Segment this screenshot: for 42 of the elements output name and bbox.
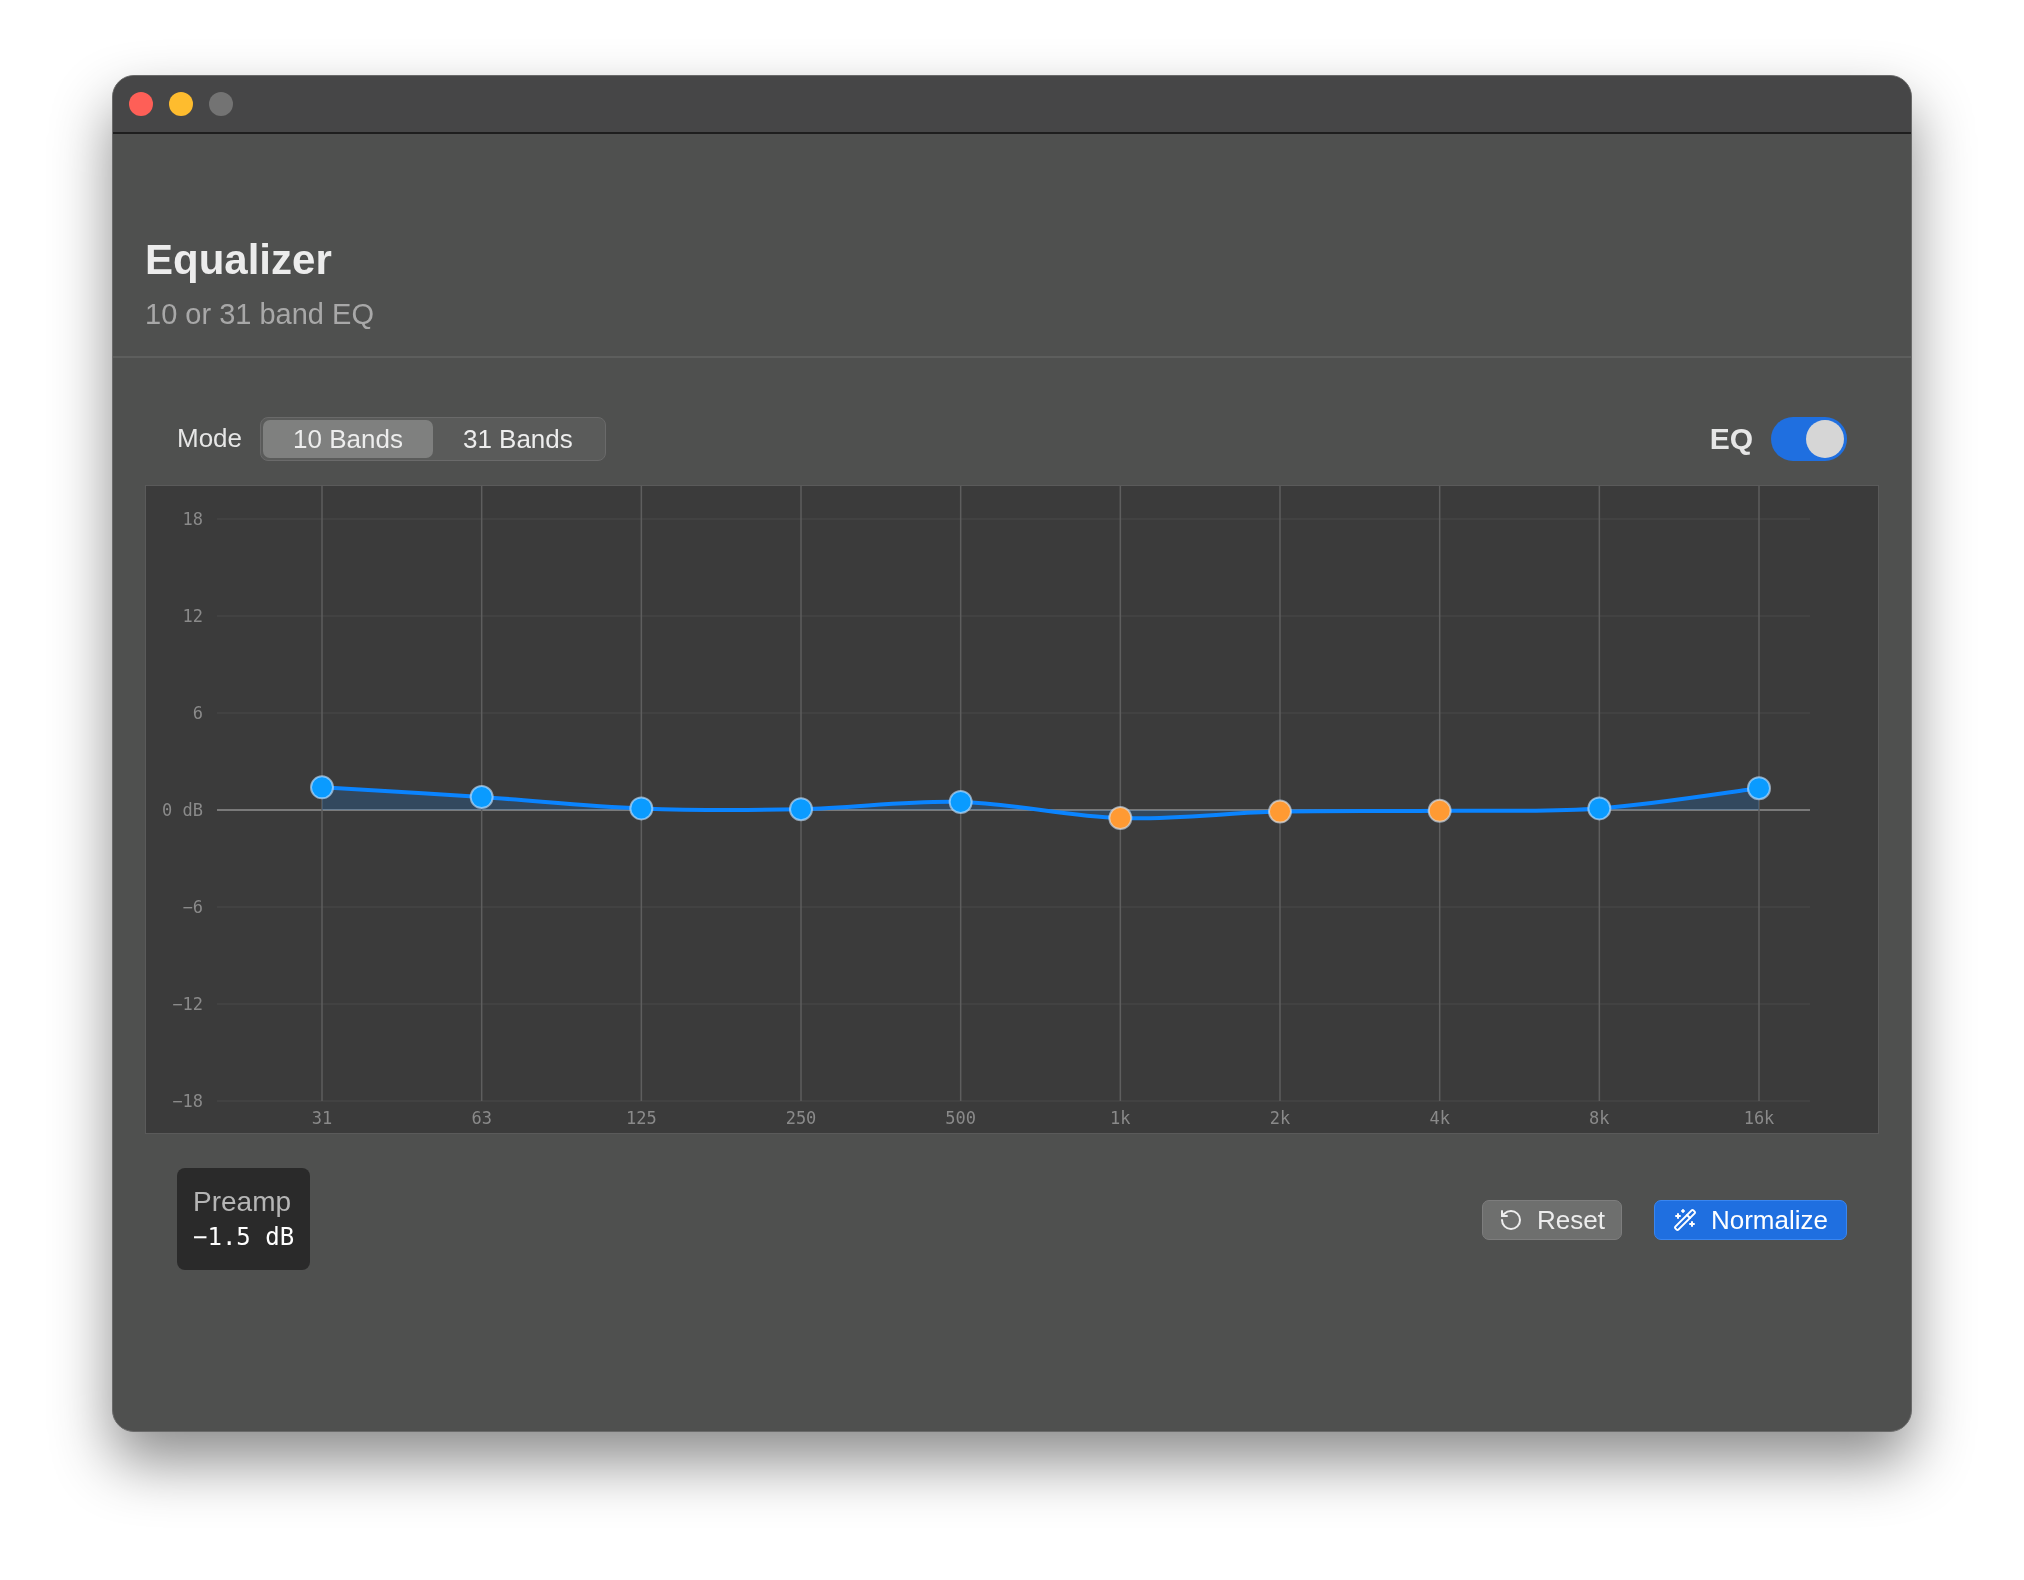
band-handle[interactable] — [310, 775, 334, 800]
band-handle[interactable] — [1108, 806, 1133, 831]
panel-title: Equalizer — [145, 235, 333, 285]
y-axis-label: −6 — [182, 897, 203, 917]
band-handle[interactable] — [1427, 798, 1452, 823]
x-axis-label: 4k — [1429, 1108, 1450, 1128]
x-axis-label: 1k — [1110, 1108, 1131, 1128]
band-handle[interactable] — [1268, 799, 1292, 824]
y-axis-label: 12 — [182, 606, 203, 626]
band-handle[interactable] — [948, 789, 973, 814]
x-axis-label: 250 — [785, 1108, 817, 1128]
mode-label: Mode — [177, 422, 243, 455]
band-handle[interactable] — [1747, 776, 1771, 801]
close-button[interactable] — [129, 92, 153, 116]
minimize-button[interactable] — [169, 92, 193, 116]
x-axis-label: 2k — [1269, 1108, 1291, 1128]
band-handle[interactable] — [469, 785, 494, 810]
x-axis-label: 31 — [311, 1108, 333, 1128]
y-axis-label: −18 — [172, 1091, 203, 1111]
reset-button[interactable]: Reset — [1482, 1200, 1622, 1240]
mode-tab[interactable]: 10 Bands — [263, 419, 433, 458]
preamp-value: −1.5 dB — [193, 1222, 295, 1253]
reset-icon — [1499, 1208, 1524, 1232]
y-axis-label: −12 — [172, 994, 203, 1014]
band-handle[interactable] — [789, 797, 813, 822]
eq-toggle[interactable] — [1771, 416, 1847, 461]
y-axis-label: 0 dB — [162, 800, 203, 820]
mode-tab[interactable]: 31 Bands — [432, 419, 603, 458]
band-handle[interactable] — [1587, 796, 1612, 821]
x-axis-label: 63 — [471, 1108, 492, 1128]
magic-wand-icon — [1672, 1208, 1697, 1232]
eq-label: EQ — [1709, 421, 1753, 457]
x-axis-label: 16k — [1743, 1108, 1775, 1128]
y-axis-label: 6 — [192, 703, 203, 723]
y-axis-label: 18 — [182, 509, 203, 529]
x-axis-label: 125 — [625, 1108, 657, 1128]
normalize-button[interactable]: Normalize — [1653, 1200, 1847, 1240]
x-axis-label: 8k — [1589, 1108, 1610, 1128]
band-handle[interactable] — [629, 796, 654, 821]
panel-subtitle: 10 or 31 band EQ — [145, 297, 375, 332]
x-axis-label: 500 — [945, 1108, 977, 1128]
preamp-label: Preamp — [193, 1185, 293, 1219]
